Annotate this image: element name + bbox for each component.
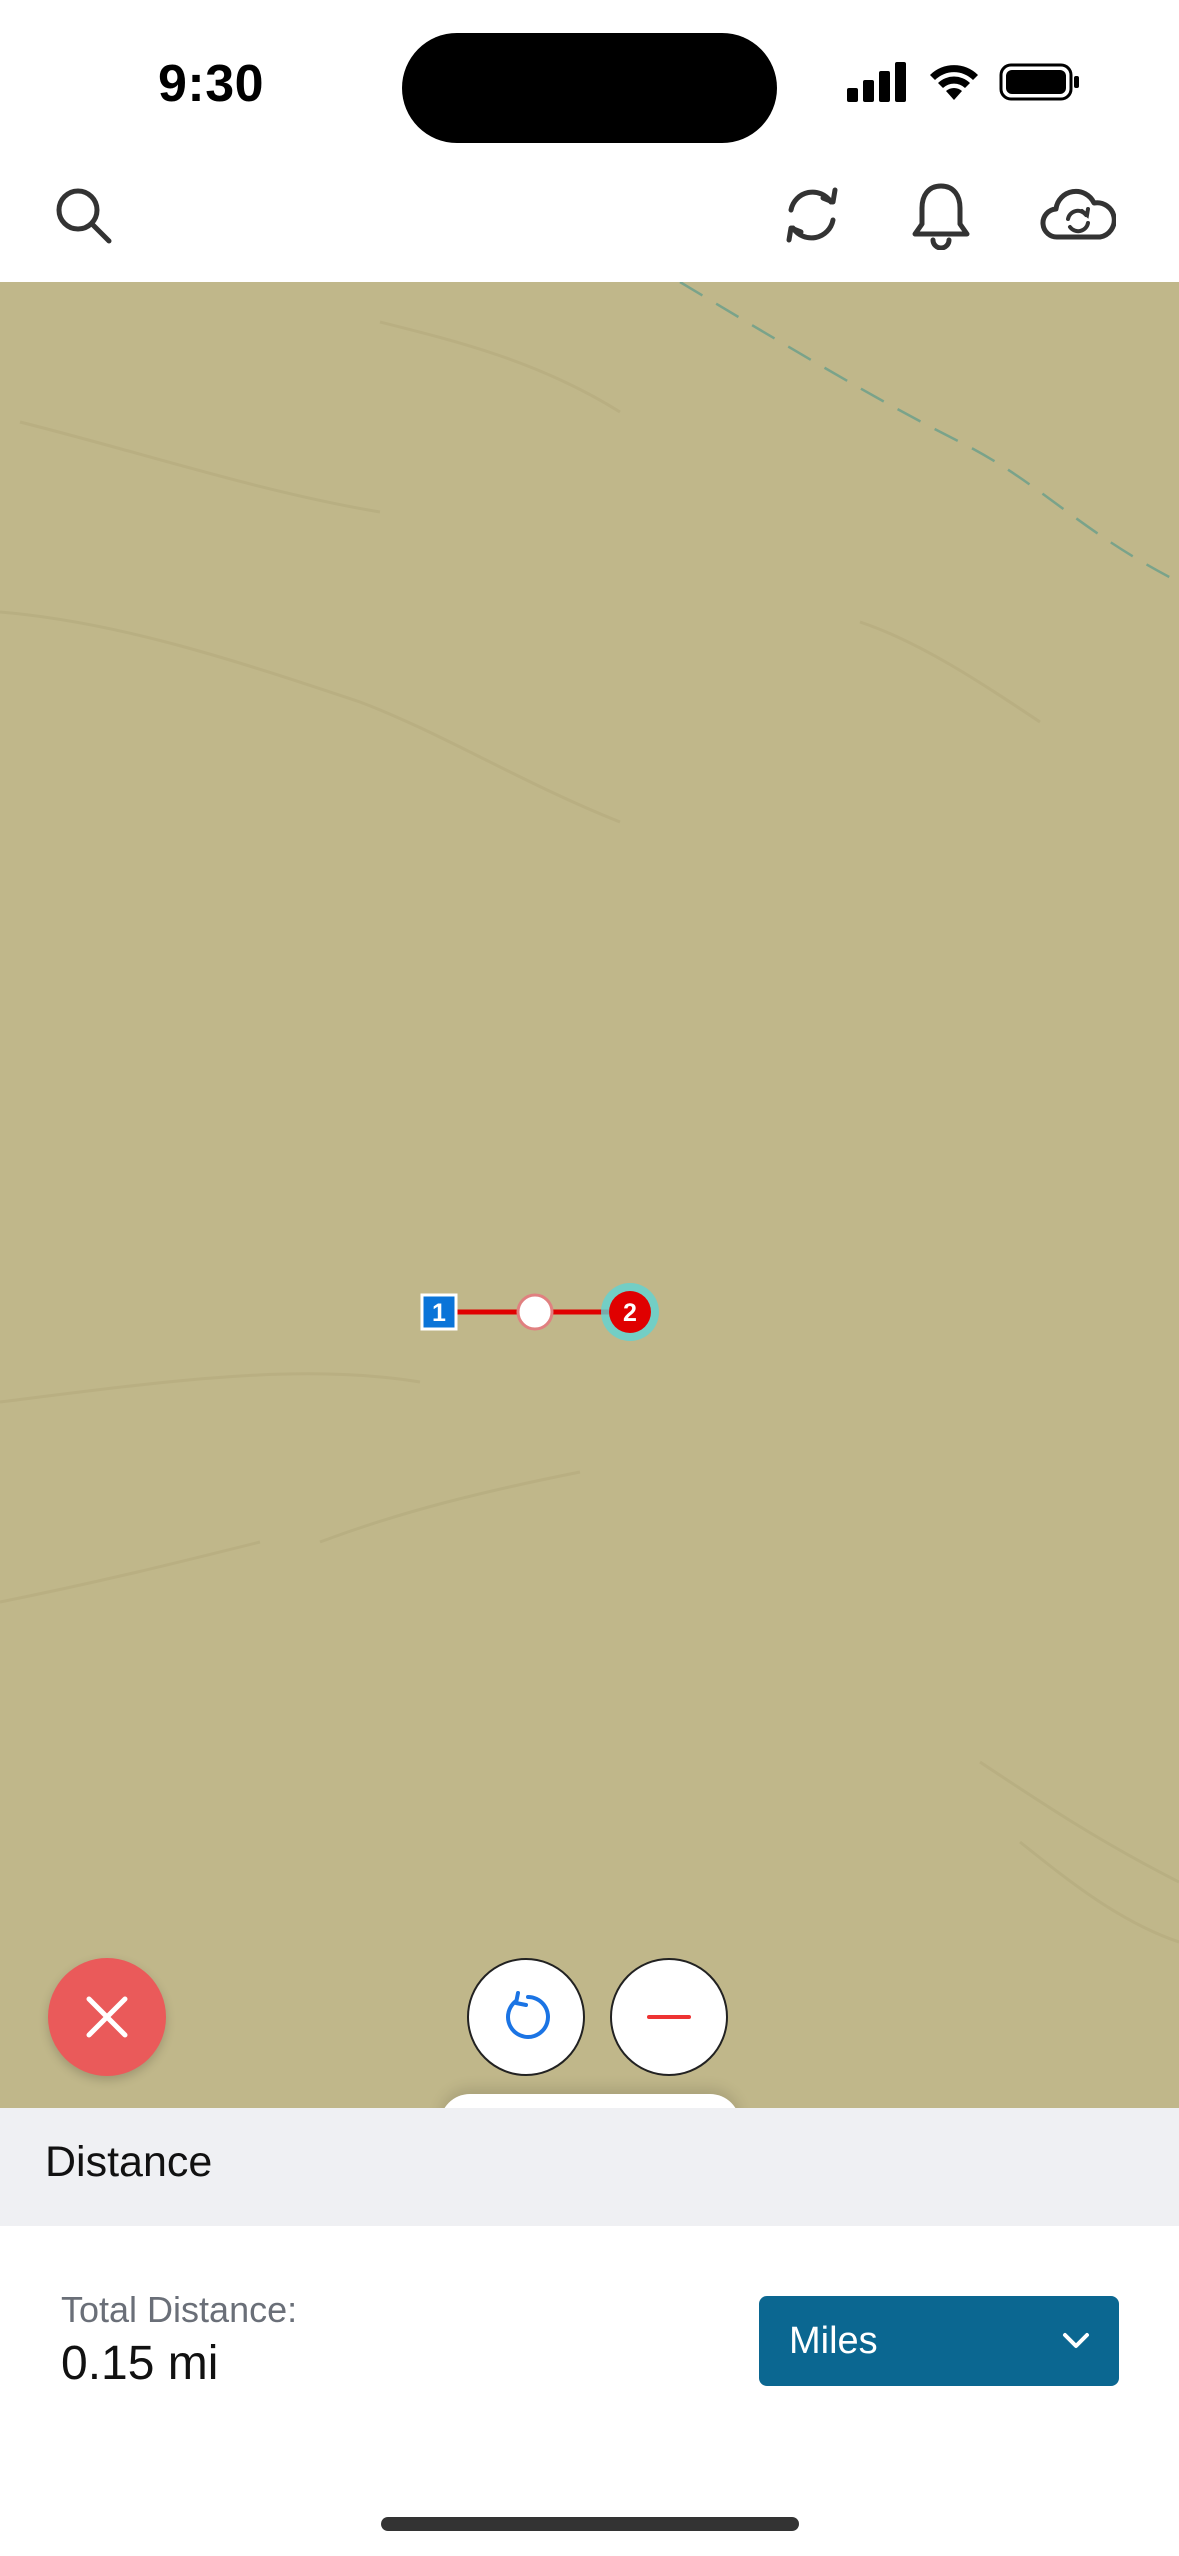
midpoint-handle [516, 1293, 554, 1331]
start-marker-label: 1 [432, 1299, 446, 1327]
chevron-down-icon [1063, 2333, 1089, 2348]
status-bar: 9:30 [0, 0, 1179, 165]
units-select-value: Miles [789, 2319, 878, 2362]
dynamic-island [402, 33, 777, 143]
status-icons [847, 62, 1081, 102]
trail-line [679, 282, 1179, 584]
map-view[interactable]: 1 2 [0, 282, 1179, 2108]
cloud-sync-button[interactable] [1040, 180, 1116, 250]
undo-button[interactable] [467, 1958, 585, 2076]
undo-icon [506, 1991, 550, 2039]
end-marker-label: 2 [623, 1299, 637, 1327]
bell-icon [912, 183, 970, 250]
notifications-button[interactable] [906, 180, 976, 250]
battery-icon [999, 63, 1079, 101]
sync-button[interactable] [777, 180, 847, 250]
distance-panel-body [0, 2226, 1179, 2556]
panel-title: Distance [45, 2138, 213, 2186]
status-time: 9:30 [158, 55, 265, 113]
search-button[interactable] [48, 180, 118, 250]
total-distance-label: Total Distance: [61, 2289, 298, 2330]
cloud-sync-icon [1040, 188, 1116, 240]
wifi-icon [930, 65, 978, 100]
minus-icon [647, 2015, 691, 2019]
close-measure-button[interactable] [48, 1958, 166, 2076]
app-header [0, 165, 1179, 282]
terrain-layer: 1 2 [0, 282, 1179, 1944]
remove-point-button[interactable] [610, 1958, 728, 2076]
home-indicator [381, 2517, 799, 2531]
search-icon [56, 188, 112, 244]
total-distance-value: 0.15 mi [61, 2337, 219, 2390]
units-select[interactable]: Miles [759, 2296, 1119, 2386]
cellular-signal-icon [847, 62, 906, 102]
sync-icon [786, 187, 838, 243]
close-icon [86, 1996, 128, 2038]
